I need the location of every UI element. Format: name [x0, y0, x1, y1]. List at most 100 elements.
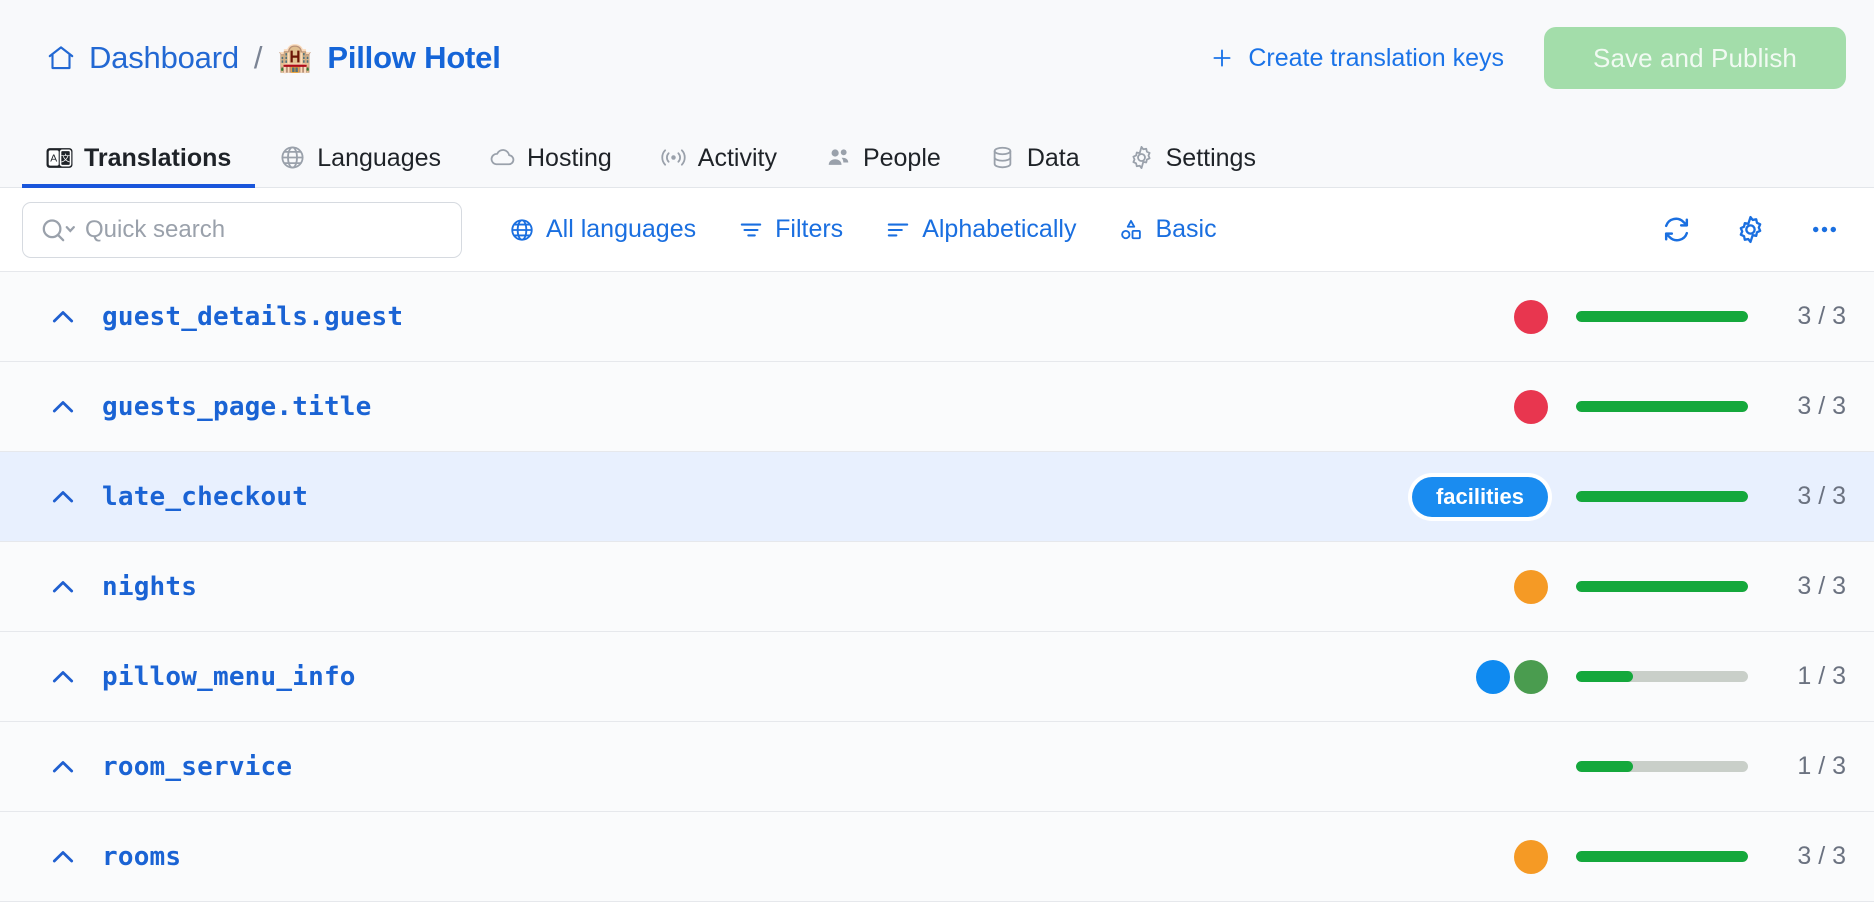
- chevron-up-icon[interactable]: [46, 390, 80, 424]
- view-basic-label: Basic: [1155, 215, 1217, 243]
- progress-bar: [1576, 311, 1748, 322]
- progress-fill: [1576, 851, 1748, 862]
- globe-icon: [279, 144, 306, 171]
- chevron-up-icon[interactable]: [46, 660, 80, 694]
- progress-fill: [1576, 761, 1633, 772]
- translation-key-label[interactable]: room_service: [102, 752, 292, 782]
- tab-translations[interactable]: A 文 Translations: [22, 116, 256, 188]
- sort-alphabetically-label: Alphabetically: [922, 215, 1077, 243]
- more-icon[interactable]: [1802, 208, 1846, 252]
- progress-fill: [1576, 671, 1633, 682]
- filters-button[interactable]: Filters: [717, 207, 864, 252]
- breadcrumb-project-name[interactable]: Pillow Hotel: [327, 40, 500, 76]
- tab-activity-label: Activity: [697, 144, 777, 172]
- chevron-up-icon[interactable]: [46, 300, 80, 334]
- progress-count: 3 / 3: [1797, 572, 1846, 600]
- all-languages-button[interactable]: All languages: [488, 207, 717, 252]
- tab-translations-label: Translations: [84, 144, 232, 172]
- tab-activity[interactable]: Activity: [636, 116, 801, 187]
- all-languages-label: All languages: [546, 215, 697, 243]
- tab-settings[interactable]: Settings: [1104, 116, 1280, 187]
- create-translation-keys-label: Create translation keys: [1248, 43, 1504, 72]
- row-status: facilities 3 / 3: [1358, 476, 1846, 517]
- table-row[interactable]: room_service 1 / 3: [0, 722, 1874, 812]
- progress-bar: [1576, 581, 1748, 592]
- translation-key-label[interactable]: guest_details.guest: [102, 302, 403, 332]
- row-tags: [1358, 299, 1548, 334]
- tab-languages-label: Languages: [317, 144, 441, 172]
- table-row[interactable]: rooms 3 / 3: [0, 812, 1874, 902]
- view-basic-button[interactable]: Basic: [1097, 207, 1237, 252]
- search-icon[interactable]: [39, 217, 77, 243]
- chevron-up-icon[interactable]: [46, 840, 80, 874]
- row-status: 3 / 3: [1358, 569, 1846, 604]
- tab-data-label: Data: [1026, 144, 1080, 172]
- tab-people[interactable]: People: [801, 116, 965, 187]
- tab-hosting-label: Hosting: [527, 144, 612, 172]
- row-status: 3 / 3: [1358, 299, 1846, 334]
- list-toolbar: All languages Filters Alphabetically: [0, 188, 1874, 272]
- row-status: 3 / 3: [1358, 839, 1846, 874]
- tab-languages[interactable]: Languages: [255, 116, 465, 187]
- broadcast-icon: [660, 144, 687, 171]
- progress-fill: [1576, 311, 1748, 322]
- chevron-up-icon[interactable]: [46, 750, 80, 784]
- sort-alphabetically-button[interactable]: Alphabetically: [864, 207, 1097, 252]
- filter-icon: [738, 217, 764, 243]
- search-box[interactable]: [22, 201, 462, 258]
- tag-dot[interactable]: [1514, 299, 1548, 334]
- toolbar-icon-buttons: [1654, 208, 1846, 252]
- header-actions: Create translation keys Save and Publish: [1207, 27, 1846, 89]
- cloud-icon: [489, 144, 516, 171]
- tab-data[interactable]: Data: [965, 116, 1104, 187]
- progress-bar: [1576, 491, 1748, 502]
- row-status: 3 / 3: [1358, 389, 1846, 424]
- table-row[interactable]: pillow_menu_info 1 / 3: [0, 632, 1874, 722]
- tag-dot[interactable]: [1514, 569, 1548, 604]
- plus-icon: [1209, 45, 1235, 71]
- chevron-up-icon[interactable]: [46, 480, 80, 514]
- table-row[interactable]: late_checkout facilities 3 / 3: [0, 452, 1874, 542]
- tag-dot[interactable]: [1476, 659, 1510, 694]
- table-row[interactable]: guests_page.title 3 / 3: [0, 362, 1874, 452]
- main-tabbar: A 文 Translations Languages Hosting Activ…: [0, 116, 1874, 188]
- save-and-publish-button[interactable]: Save and Publish: [1544, 27, 1846, 89]
- row-status: 1 / 3: [1358, 659, 1846, 694]
- table-row[interactable]: nights 3 / 3: [0, 542, 1874, 632]
- progress-count: 3 / 3: [1797, 482, 1846, 510]
- progress-count: 1 / 3: [1797, 662, 1846, 690]
- tag-dot[interactable]: [1514, 839, 1548, 874]
- chevron-up-icon[interactable]: [46, 570, 80, 604]
- tag-badge[interactable]: facilities: [1411, 476, 1548, 517]
- translation-key-label[interactable]: late_checkout: [102, 482, 308, 512]
- tab-hosting[interactable]: Hosting: [465, 116, 636, 187]
- progress-count: 1 / 3: [1797, 752, 1846, 780]
- tag-dot[interactable]: [1514, 389, 1548, 424]
- create-translation-keys-button[interactable]: Create translation keys: [1207, 38, 1506, 79]
- refresh-icon[interactable]: [1654, 208, 1698, 252]
- progress-fill: [1576, 401, 1748, 412]
- gear-icon[interactable]: [1728, 208, 1772, 252]
- tab-people-label: People: [862, 144, 941, 172]
- progress-bar: [1576, 761, 1748, 772]
- page-header: Dashboard / 🏨 Pillow Hotel Create transl…: [0, 0, 1874, 116]
- home-icon[interactable]: [46, 43, 76, 73]
- row-tags: [1358, 569, 1548, 604]
- search-input[interactable]: [85, 215, 445, 244]
- table-row[interactable]: guest_details.guest 3 / 3: [0, 272, 1874, 362]
- row-tags: [1358, 839, 1548, 874]
- tab-settings-label: Settings: [1165, 144, 1256, 172]
- breadcrumb-dashboard-link[interactable]: Dashboard: [89, 40, 239, 76]
- translation-key-label[interactable]: rooms: [102, 842, 181, 872]
- hotel-emoji-icon: 🏨: [277, 42, 313, 73]
- translation-key-label[interactable]: guests_page.title: [102, 392, 372, 422]
- progress-bar: [1576, 851, 1748, 862]
- translation-keys-list: guest_details.guest 3 / 3 guests_page.ti…: [0, 272, 1874, 902]
- translation-key-label[interactable]: pillow_menu_info: [102, 662, 356, 692]
- translation-key-label[interactable]: nights: [102, 572, 197, 602]
- svg-text:文: 文: [61, 152, 70, 163]
- progress-count: 3 / 3: [1797, 302, 1846, 330]
- progress-fill: [1576, 491, 1748, 502]
- row-tags: [1358, 389, 1548, 424]
- tag-dot[interactable]: [1514, 659, 1548, 694]
